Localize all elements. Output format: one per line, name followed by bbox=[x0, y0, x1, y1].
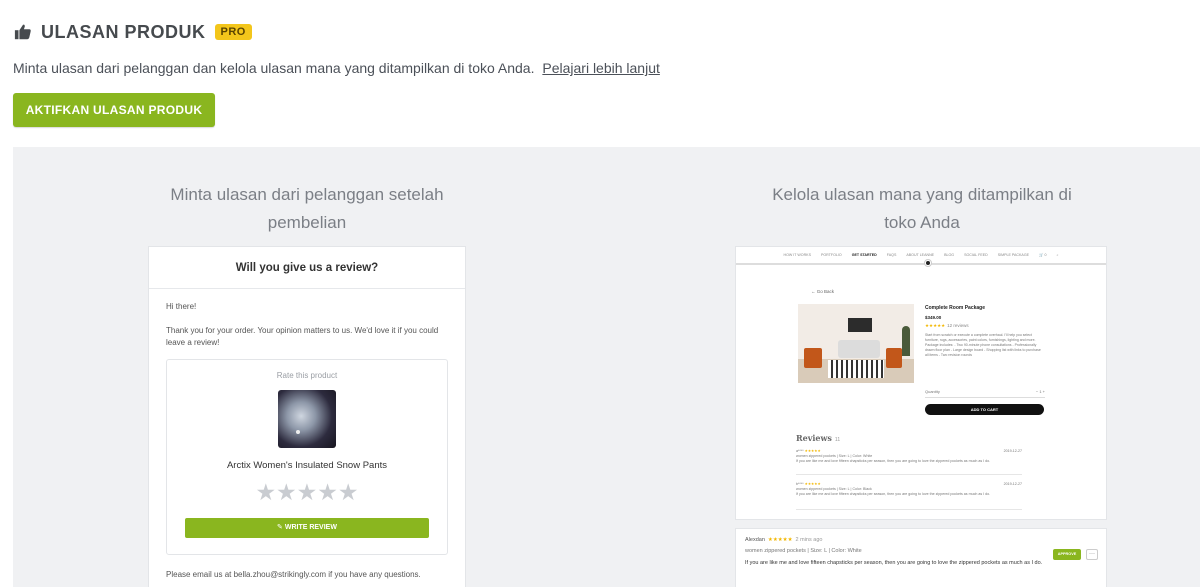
rating-stars: ★★★★★ bbox=[255, 479, 359, 505]
approve-button: APPROVE bbox=[1053, 549, 1081, 560]
store-logo bbox=[924, 259, 932, 267]
preview-panel: Minta ulasan dari pelanggan setelah pemb… bbox=[13, 147, 1200, 587]
store-product-price: $349.00 bbox=[925, 315, 942, 320]
email-message: Thank you for your order. Your opinion m… bbox=[166, 326, 439, 347]
store-nav-item: PORTFOLIO bbox=[820, 253, 842, 257]
rate-product-box: Rate this product Arctix Women's Insulat… bbox=[166, 359, 448, 555]
store-nav-item: ABOUT LEANNE bbox=[906, 253, 935, 257]
store-nav-item: BLOG bbox=[944, 253, 955, 257]
store-nav-item: GET STARTED bbox=[851, 253, 877, 257]
go-back-link: ← Go Back bbox=[811, 289, 835, 294]
email-heading: Will you give us a review? bbox=[149, 247, 465, 289]
admin-review-card: Alexdan ★★★★★ 2 mins ago women zippered po… bbox=[735, 528, 1107, 587]
store-product-description: Start from scratch or execute a complete… bbox=[925, 333, 1041, 357]
admin-review-text: If you are like me and love fifteen chap… bbox=[745, 560, 1043, 566]
rate-label: Rate this product bbox=[276, 371, 338, 380]
store-nav-item: ⌕ bbox=[1056, 253, 1059, 257]
product-image bbox=[278, 390, 336, 448]
store-nav-item: 🛒 0 bbox=[1039, 253, 1047, 257]
store-review-item: b**** ★★★★★ women zippered pockets | Siz… bbox=[796, 482, 1022, 496]
store-nav-item: SOCIAL FEED bbox=[964, 253, 988, 257]
add-to-cart-button: ADD TO CART bbox=[925, 404, 1044, 415]
admin-review-meta: women zippered pockets | Size: L | Color… bbox=[745, 548, 862, 554]
left-column-title: Minta ulasan dari pelanggan setelah pemb… bbox=[170, 185, 444, 232]
store-nav: HOW IT WORKS PORTFOLIO GET STARTED FAQS ABOU… bbox=[736, 247, 1106, 265]
store-product-rating: ★★★★★ 12 reviews bbox=[925, 323, 969, 328]
store-nav-item: HOW IT WORKS bbox=[783, 253, 811, 257]
page-description: Minta ulasan dari pelanggan dan kelola u… bbox=[13, 60, 660, 76]
store-product-title: Complete Room Package bbox=[925, 305, 986, 311]
product-name: Arctix Women's Insulated Snow Pants bbox=[226, 460, 388, 471]
pro-badge: PRO bbox=[214, 24, 252, 40]
description-text: Minta ulasan dari pelanggan dan kelola u… bbox=[13, 60, 535, 76]
thumbs-up-icon bbox=[14, 24, 31, 40]
more-options-button: ··· bbox=[1086, 549, 1098, 560]
store-review-item: a**** ★★★★★ women zippered pockets | Siz… bbox=[796, 449, 1022, 463]
admin-review-header: Alexdan ★★★★★ 2 mins ago bbox=[745, 537, 823, 543]
email-greeting: Hi there! bbox=[166, 302, 197, 311]
product-room-image bbox=[798, 304, 914, 383]
right-column-title: Kelola ulasan mana yang ditampilkan di t… bbox=[772, 185, 1072, 232]
page-header: ULASAN PRODUK PRO bbox=[14, 22, 252, 42]
store-reviews-heading: Reviews 11 bbox=[796, 433, 841, 443]
store-nav-item: SIMPLE PACKAGE bbox=[997, 253, 1030, 257]
review-request-email-preview: Will you give us a review? Hi there! Tha… bbox=[148, 246, 466, 587]
write-review-button: ✎ WRITE REVIEW bbox=[185, 518, 429, 538]
store-page-preview: HOW IT WORKS PORTFOLIO GET STARTED FAQS ABOU… bbox=[735, 246, 1107, 520]
page-title: ULASAN PRODUK bbox=[41, 21, 206, 42]
store-nav-item: FAQS bbox=[886, 253, 897, 257]
store-quantity: Quantity − 1 + bbox=[925, 389, 1045, 394]
learn-more-link[interactable]: Pelajari lebih lanjut bbox=[542, 60, 660, 76]
email-footer: Please email us at bella.zhou@strikingly… bbox=[166, 570, 421, 579]
activate-reviews-button[interactable]: AKTIFKAN ULASAN PRODUK bbox=[13, 93, 215, 127]
